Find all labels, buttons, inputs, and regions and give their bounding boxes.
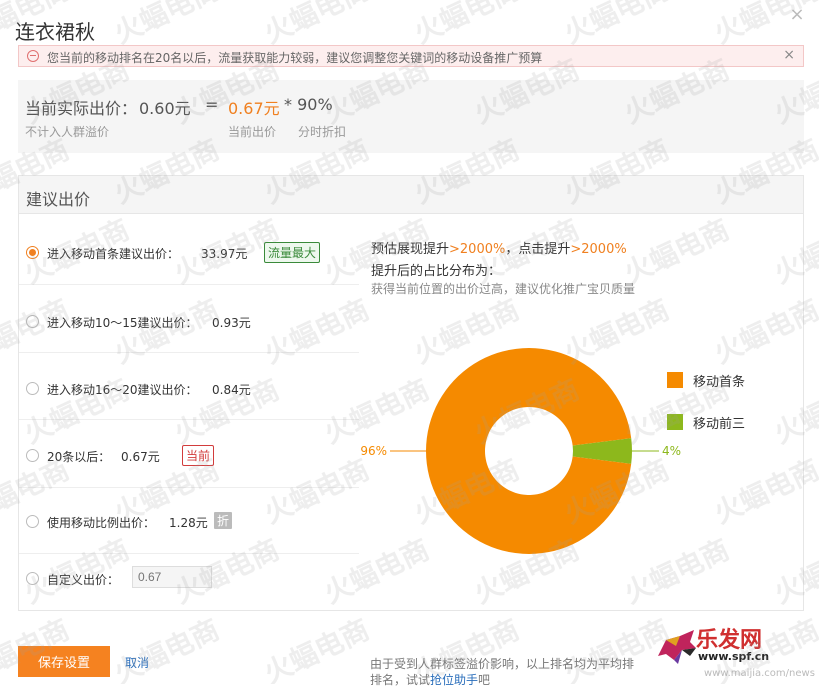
dialog-close-icon[interactable]: × <box>788 6 806 24</box>
current-price-value: 0.60元 <box>139 99 191 118</box>
note-current-bid: 当前出价 <box>228 125 277 139</box>
option-label: 进入移动首条建议出价： <box>47 247 180 261</box>
watermark-text: 火蝠电商 <box>108 612 225 684</box>
note-time-discount: 分时折扣 <box>298 125 347 139</box>
divider <box>19 284 359 285</box>
legend-swatch <box>667 372 683 388</box>
legend-swatch <box>667 414 683 430</box>
footer-note-2: 排名，试试抢位助手吧 <box>370 671 490 688</box>
divider <box>19 419 359 420</box>
dialog-title: 连衣裙秋 <box>15 20 95 44</box>
option-label: 20条以后： <box>47 450 111 464</box>
option-label: 进入移动16～20建议出价： <box>47 383 198 397</box>
warning-icon <box>27 50 39 62</box>
footer-text: 吧 <box>478 673 491 687</box>
panel-header: 建议出价 <box>19 176 803 214</box>
note-no-crowd: 不计入人群溢价 <box>25 125 110 139</box>
estimate-text: ，点击提升 <box>505 242 571 257</box>
alert-close-icon[interactable]: × <box>783 47 795 63</box>
estimate-line2: 提升后的占比分布为： <box>371 264 502 279</box>
option-label: 自定义出价： <box>47 573 120 587</box>
option-value: 1.28元 <box>169 516 208 530</box>
divider <box>19 553 359 554</box>
estimate-text: 预估展现提升 <box>371 242 450 257</box>
current-price-box: 当前实际出价： 0.60元 = 0.67元 * 90% 不计入人群溢价 当前出价… <box>18 80 804 153</box>
suggested-bid-panel: 建议出价 进入移动首条建议出价： 33.97元 流量最大 进入移动10～15建议… <box>18 175 804 611</box>
option-label: 使用移动比例出价： <box>47 516 156 530</box>
current-price-label: 当前实际出价： <box>25 99 138 118</box>
legend-label: 移动前三 <box>693 417 746 432</box>
panel-title: 建议出价 <box>26 190 91 209</box>
bull-logo-icon <box>658 630 696 664</box>
save-button[interactable]: 保存设置 <box>18 646 110 677</box>
radio-top1[interactable] <box>26 246 39 259</box>
custom-bid-input[interactable] <box>132 566 212 588</box>
multiplier: * 90% <box>284 95 333 114</box>
click-lift: >2000% <box>570 242 627 257</box>
impression-lift: >2000% <box>449 242 506 257</box>
option-value: 0.84元 <box>212 383 251 397</box>
estimate-line1: 预估展现提升>2000%，点击提升>2000% <box>371 238 627 257</box>
option-value: 0.67元 <box>121 450 160 464</box>
divider <box>19 487 359 488</box>
footer-note: 由于受到人群标签溢价影响，以上排名均为平均排 <box>370 657 635 671</box>
source-credit: www.maijia.com/news <box>704 668 815 679</box>
legend-label: 移动首条 <box>693 375 746 390</box>
slice-label: 96% <box>360 444 387 458</box>
radio-after-20[interactable] <box>26 449 39 462</box>
discount-icon: 折 <box>213 511 234 530</box>
option-value: 0.93元 <box>212 316 251 330</box>
bid-assistant-link[interactable]: 抢位助手 <box>430 673 478 687</box>
watermark-text: 火蝠电商 <box>258 612 375 684</box>
cancel-link[interactable]: 取消 <box>125 654 149 671</box>
tag-current: 当前 <box>182 445 215 466</box>
estimate-line3: 获得当前位置的出价过高，建议优化推广宝贝质量 <box>371 282 636 296</box>
divider <box>19 352 359 353</box>
slice-label: 4% <box>662 444 681 458</box>
option-value: 33.97元 <box>201 247 248 261</box>
current-bid: 0.67元 <box>228 99 280 118</box>
radio-custom[interactable] <box>26 572 39 585</box>
radio-ratio[interactable] <box>26 515 39 528</box>
radio-10-15[interactable] <box>26 315 39 328</box>
tag-max-traffic: 流量最大 <box>264 242 321 263</box>
footer-text: 排名，试试 <box>370 673 431 687</box>
alert-message: 您当前的移动排名在20名以后，流量获取能力较弱，建议您调整您关键词的移动设备推广… <box>47 51 543 65</box>
equals-sign: = <box>205 95 219 114</box>
alert-bar: 您当前的移动排名在20名以后，流量获取能力较弱，建议您调整您关键词的移动设备推广… <box>18 45 804 67</box>
radio-16-20[interactable] <box>26 382 39 395</box>
logo-url: www.spf.cn <box>698 650 770 663</box>
option-label: 进入移动10～15建议出价： <box>47 316 198 330</box>
